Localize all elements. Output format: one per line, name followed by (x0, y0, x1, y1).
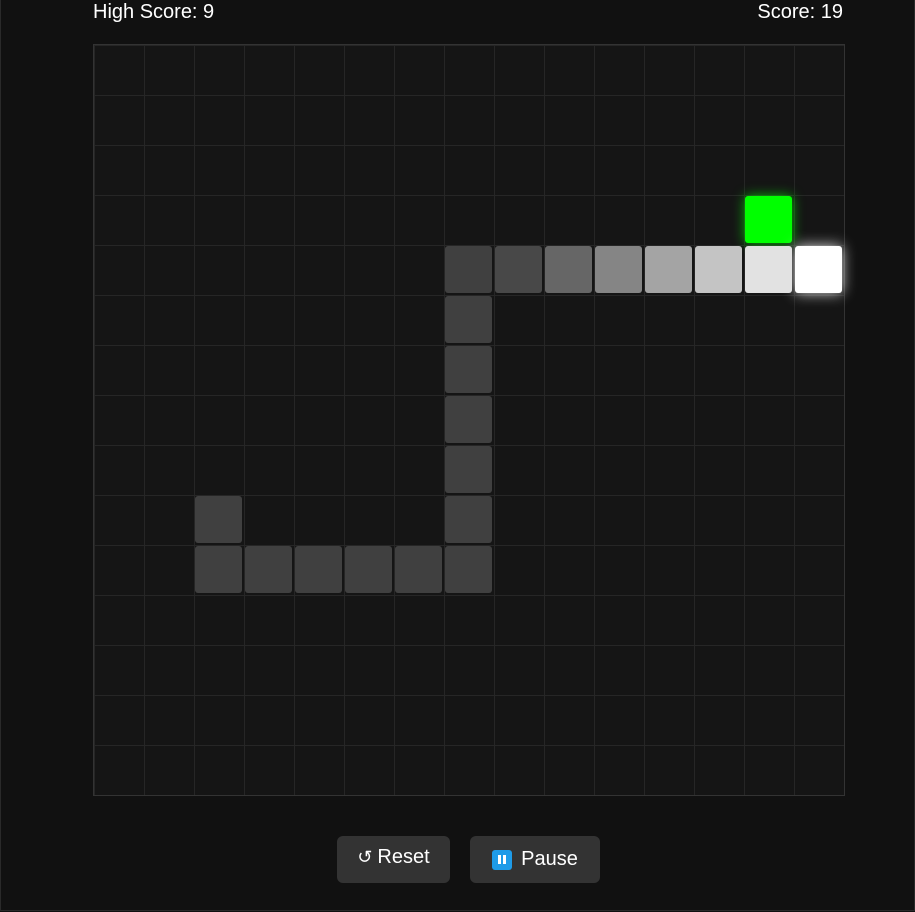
snake-segment (445, 496, 492, 543)
snake-segment (445, 546, 492, 593)
snake-segment (695, 246, 742, 293)
snake-head (795, 246, 842, 293)
game-board[interactable] (93, 44, 845, 796)
snake-segment (445, 346, 492, 393)
snake-segment (245, 546, 292, 593)
snake-segment (495, 246, 542, 293)
reset-button-label: Reset (377, 846, 430, 868)
snake-segment (195, 496, 242, 543)
snake-segment (195, 546, 242, 593)
snake-segment (545, 246, 592, 293)
snake-segment (445, 446, 492, 493)
snake-segment (745, 246, 792, 293)
snake-segment (445, 396, 492, 443)
snake-segment (595, 246, 642, 293)
snake-segment (395, 546, 442, 593)
reset-icon: ↺ (357, 847, 373, 867)
snake-segment (345, 546, 392, 593)
pause-icon (492, 849, 513, 870)
high-score: High Score: 9 (93, 1, 215, 23)
pause-button[interactable]: Pause (470, 836, 600, 883)
snake-segment (445, 246, 492, 293)
food-pellet (745, 196, 792, 243)
snake-segment (295, 546, 342, 593)
snake-segment (645, 246, 692, 293)
snake-segment (445, 296, 492, 343)
pause-button-label: Pause (521, 848, 578, 870)
reset-button[interactable]: ↺ Reset (337, 836, 450, 883)
current-score: Score: 19 (757, 1, 843, 23)
